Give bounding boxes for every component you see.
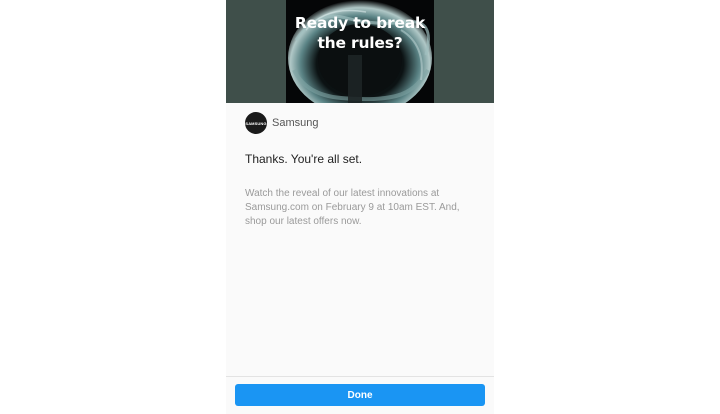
done-button[interactable]: Done <box>235 384 485 406</box>
hero-headline-line-1: Ready to break <box>294 14 426 32</box>
hero-headline: Ready to break the rules? <box>286 13 434 53</box>
advertiser-header: SAMSUNG Samsung <box>245 111 318 135</box>
confirmation-body: Watch the reveal of our latest innovatio… <box>245 188 460 227</box>
confirmation-title: Thanks. You're all set. <box>245 152 363 166</box>
lead-form-confirmation-sheet: Ready to break the rules? SAMSUNG Samsun… <box>226 0 494 414</box>
hero-banner: Ready to break the rules? <box>226 0 494 103</box>
hero-image: Ready to break the rules? <box>286 0 434 103</box>
advertiser-name: Samsung <box>272 117 319 129</box>
advertiser-logo-text: SAMSUNG <box>245 120 267 126</box>
hero-headline-line-2: the rules? <box>317 34 403 52</box>
advertiser-avatar: SAMSUNG <box>245 112 267 134</box>
footer-bar: Done <box>226 376 494 414</box>
